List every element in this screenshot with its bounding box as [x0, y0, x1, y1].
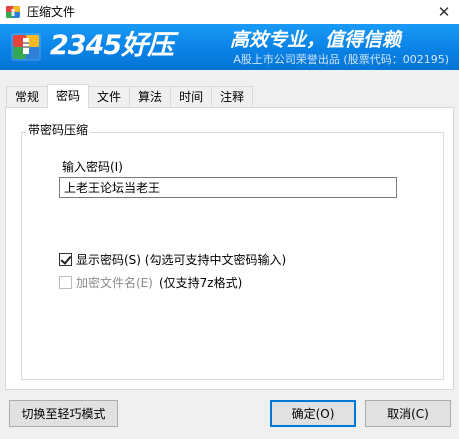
group-title: 带密码压缩 [26, 122, 91, 138]
switch-mode-button[interactable]: 切换至轻巧模式 [9, 400, 118, 427]
brand-subtitle: A股上市公司荣誉出品 (股票代码：002195) [233, 53, 449, 66]
password-input[interactable] [59, 177, 397, 198]
encrypt-filenames-option: 加密文件名(E) (仅支持7z格式) [59, 274, 242, 290]
password-tab-panel: 带密码压缩 输入密码(I) 显示密码(S) (勾选可支持中文密码输入) 加密文件… [5, 107, 454, 390]
tab-time[interactable]: 时间 [170, 86, 213, 107]
encrypt-filenames-checkbox [59, 275, 72, 289]
show-password-label[interactable]: 显示密码(S) (勾选可支持中文密码输入) [76, 251, 286, 268]
tab-comment[interactable]: 注释 [211, 86, 254, 107]
tab-files[interactable]: 文件 [88, 86, 131, 107]
brand-banner: 2345好压 高效专业，值得信赖 A股上市公司荣誉出品 (股票代码：002195… [0, 24, 459, 70]
tab-strip: 常规 密码 文件 算法 时间 注释 [6, 84, 254, 108]
brand-slogan: 高效专业，值得信赖 [230, 29, 402, 51]
encrypt-filenames-note: (仅支持7z格式) [158, 275, 243, 290]
brand-logo-text: 2345好压 [50, 30, 174, 61]
archive-logo-icon [11, 33, 41, 61]
password-label: 输入密码(I) [62, 160, 123, 174]
archive-icon [6, 6, 20, 18]
close-button[interactable]: ✕ [429, 0, 459, 24]
show-password-checkbox[interactable] [59, 252, 72, 266]
window-title: 压缩文件 [27, 5, 76, 19]
cancel-button[interactable]: 取消(C) [365, 400, 451, 427]
show-password-option[interactable]: 显示密码(S) (勾选可支持中文密码输入) [59, 251, 286, 267]
ok-button[interactable]: 确定(O) [270, 400, 356, 427]
tab-algorithm[interactable]: 算法 [129, 86, 172, 107]
close-icon[interactable]: ✕ [438, 3, 451, 21]
compress-dialog: 压缩文件 ✕ 2345好压 高效专业，值得信赖 A股上市公司荣誉出品 (股票代码… [0, 0, 459, 439]
encrypt-filenames-label: 加密文件名(E) [76, 275, 153, 290]
tab-password[interactable]: 密码 [47, 84, 90, 108]
tab-general[interactable]: 常规 [6, 86, 49, 107]
title-bar[interactable]: 压缩文件 ✕ [0, 0, 459, 24]
